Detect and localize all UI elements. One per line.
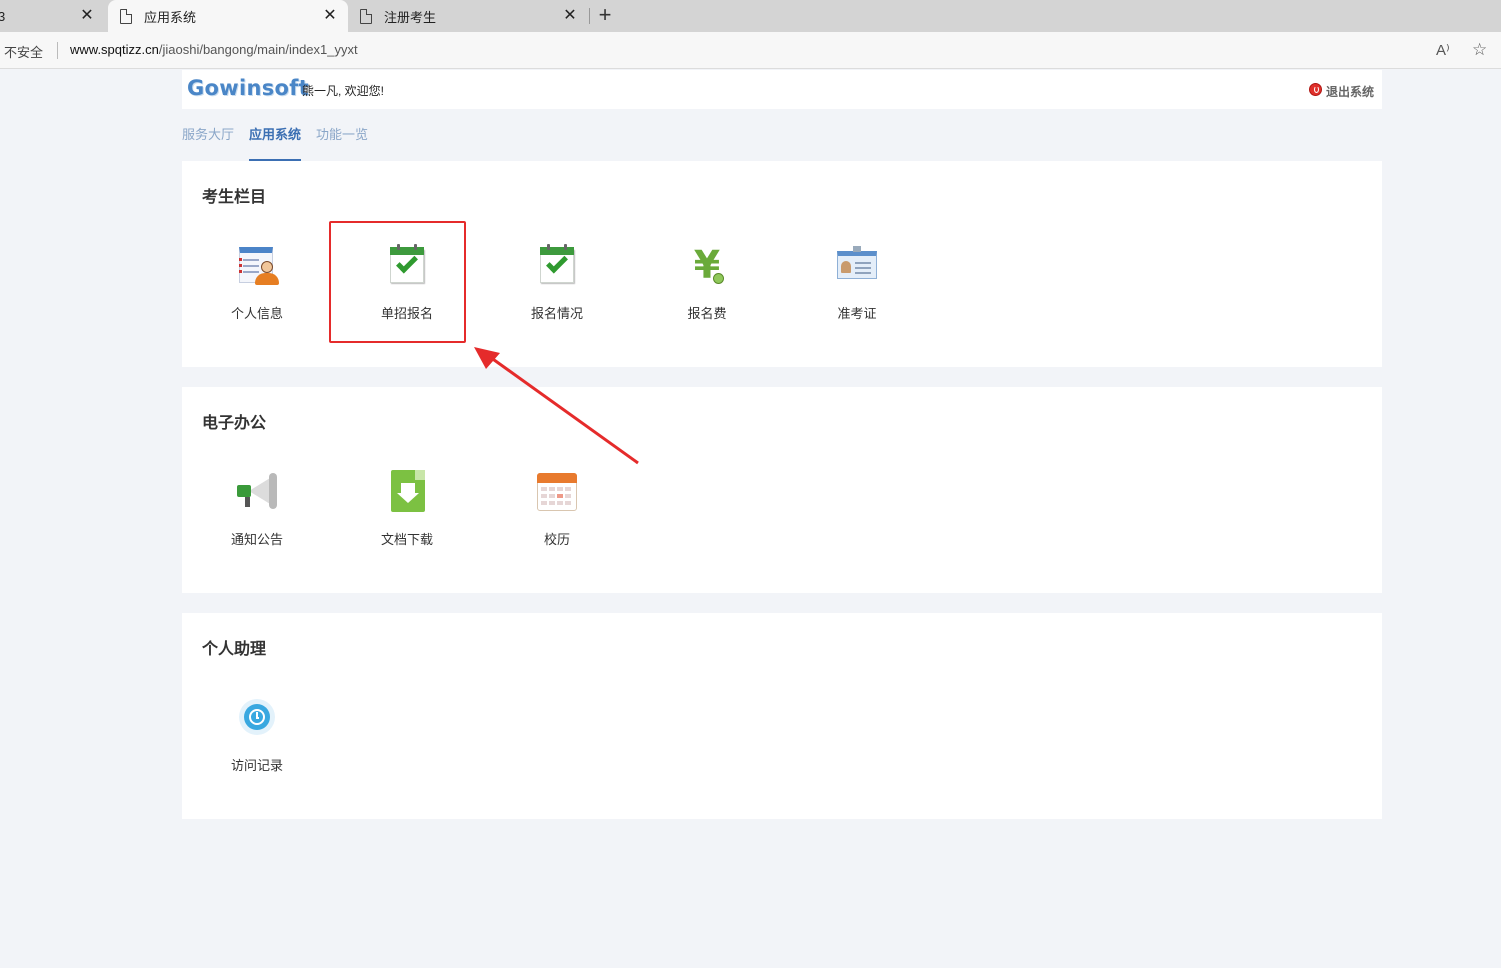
tile-label: 个人信息 — [230, 306, 283, 321]
tab-service-hall[interactable]: 服务大厅 — [182, 126, 234, 161]
main-nav: 服务大厅 应用系统 功能一览 — [182, 126, 383, 161]
yen-icon: ¥ — [685, 243, 729, 287]
favorites-icon[interactable]: ☆ — [1472, 40, 1487, 60]
school-calendar-icon — [535, 469, 579, 513]
section-title: 考生栏目 — [202, 189, 267, 206]
tile-label: 文档下载 — [380, 532, 433, 547]
address-bar: 不安全 www.spqtizz.cn/jiaoshi/bangong/main/… — [0, 32, 1501, 69]
divider — [57, 42, 58, 59]
section-title: 个人助理 — [202, 641, 267, 658]
tab-title: 注册考生 — [384, 9, 437, 25]
tile-personal-info[interactable]: 个人信息 — [202, 243, 312, 322]
site-logo: Gowinsoft — [187, 76, 310, 100]
close-icon[interactable]: ✕ — [79, 7, 95, 25]
tile-enrollment-status[interactable]: 报名情况 — [502, 243, 612, 322]
page-icon — [360, 8, 372, 24]
tile-admission-ticket[interactable]: 准考证 — [802, 243, 912, 322]
annotation-arrow-icon — [474, 347, 639, 465]
tile-school-calendar[interactable]: 校历 — [502, 469, 612, 548]
close-icon[interactable]: ✕ — [322, 7, 338, 25]
browser-tab[interactable]: 注册考生 ✕ — [348, 0, 588, 32]
id-card-icon — [835, 243, 879, 287]
tab-title-fragment: 3 — [0, 8, 6, 24]
tile-label: 校历 — [543, 532, 570, 547]
tile-label: 报名费 — [687, 306, 727, 321]
page-icon — [120, 8, 132, 24]
tile-label: 准考证 — [837, 306, 877, 321]
megaphone-icon — [235, 469, 279, 513]
tile-document-download[interactable]: 文档下载 — [352, 469, 462, 548]
annotation-highlight-box — [329, 221, 466, 343]
section-title: 电子办公 — [202, 415, 267, 432]
section-assistant: 个人助理 访问记录 — [182, 613, 1382, 819]
url-field[interactable]: www.spqtizz.cn/jiaoshi/bangong/main/inde… — [70, 42, 358, 57]
security-indicator[interactable]: 不安全 — [4, 42, 43, 61]
power-icon — [1308, 83, 1322, 96]
tile-label: 通知公告 — [230, 532, 283, 547]
tile-notices[interactable]: 通知公告 — [202, 469, 312, 548]
url-path: /jiaoshi/bangong/main/index1_yyxt — [158, 42, 358, 57]
new-tab-button[interactable]: + — [594, 4, 616, 26]
logout-button[interactable]: 退出系统 — [1308, 83, 1374, 100]
welcome-text: 熊一凡, 欢迎您! — [302, 84, 385, 98]
profile-icon — [235, 243, 279, 287]
tab-title: 应用系统 — [144, 9, 197, 25]
logout-label: 退出系统 — [1325, 85, 1374, 99]
close-icon[interactable]: ✕ — [562, 7, 578, 25]
history-clock-icon — [235, 695, 279, 739]
site-header: Gowinsoft 熊一凡, 欢迎您! 退出系统 — [182, 70, 1382, 109]
url-host: www.spqtizz.cn — [70, 42, 159, 57]
tab-function-overview[interactable]: 功能一览 — [316, 126, 368, 161]
calendar-check-icon — [535, 243, 579, 287]
browser-tab-bar: 3 ✕ 应用系统 ✕ 注册考生 ✕ + — [0, 0, 1501, 32]
section-office: 电子办公 通知公告 文档下载 校历 — [182, 387, 1382, 593]
download-doc-icon — [385, 469, 429, 513]
browser-tab-active[interactable]: 应用系统 ✕ — [108, 0, 348, 32]
tile-enrollment-fee[interactable]: ¥ 报名费 — [652, 243, 762, 322]
tab-separator — [589, 8, 590, 24]
browser-tab-partial[interactable]: 3 ✕ — [0, 0, 105, 32]
tile-label: 访问记录 — [230, 758, 283, 773]
tile-label: 报名情况 — [530, 306, 583, 321]
tab-application-system[interactable]: 应用系统 — [249, 126, 302, 161]
read-aloud-icon[interactable]: A⁾ — [1436, 41, 1450, 59]
tile-visit-history[interactable]: 访问记录 — [202, 695, 312, 774]
